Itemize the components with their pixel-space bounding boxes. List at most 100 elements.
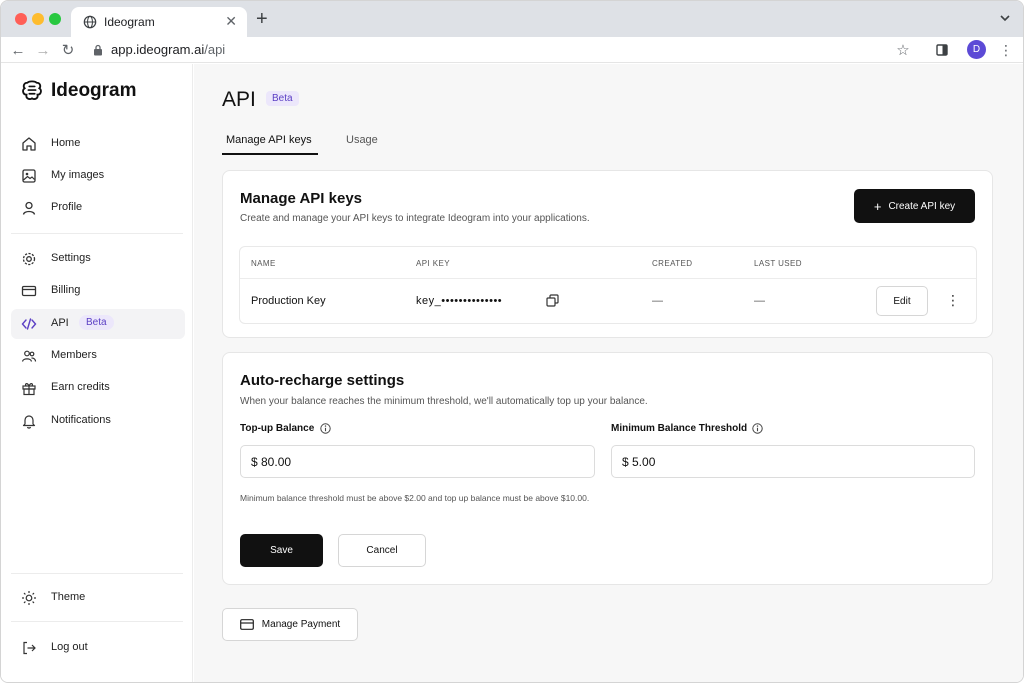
plus-icon: + [873,198,882,214]
members-icon [21,350,37,362]
sidebar-item-earn-credits[interactable]: Earn credits [11,373,185,403]
url-path: /api [204,42,226,57]
sidepanel-icon[interactable] [936,44,948,56]
auto-recharge-card: Auto-recharge settings When your balance… [222,352,993,585]
sidebar-item-label: Log out [51,641,88,653]
browser-tab[interactable]: Ideogram ✕ [71,7,247,37]
close-tab-icon[interactable]: ✕ [225,13,237,29]
tab-manage-api-keys[interactable]: Manage API keys [226,134,312,146]
gift-icon [22,383,36,396]
column-header: CREATED [652,259,693,268]
more-vertical-icon[interactable]: ⋮ [996,40,1016,60]
sidebar-item-profile[interactable]: Profile [11,193,185,223]
api-keys-card: Manage API keys Create and manage your A… [222,170,993,338]
sidebar-divider [11,573,183,574]
address-bar[interactable]: app.ideogram.ai/api [111,42,225,57]
sun-icon [22,591,36,605]
globe-icon [83,15,97,29]
key-created: — [652,295,663,307]
sidebar-item-logout[interactable]: Log out [11,633,185,663]
table-divider [240,278,976,279]
sidebar-item-label: My images [51,169,105,181]
browser-window: Ideogram ✕ + ← → ↻ app.ideogram.ai/api ☆… [0,0,1024,683]
sidebar-divider [11,621,183,622]
beta-badge: Beta [266,91,299,106]
forward-arrow-icon[interactable]: → [33,40,53,60]
sidebar-item-label: API [51,317,69,329]
page-title: API [222,88,256,111]
browser-tab-title: Ideogram [104,15,155,29]
tab-usage[interactable]: Usage [346,134,378,146]
gear-icon [22,252,36,266]
sidebar-item-label: Members [51,349,97,361]
save-button[interactable]: Save [240,534,323,567]
chevron-down-icon[interactable] [999,12,1011,24]
topup-balance-label: Top-up Balance [240,423,315,434]
sidebar-item-my-images[interactable]: My images [11,161,185,191]
minimum-threshold-input[interactable]: $ 5.00 [611,445,975,478]
new-tab-button[interactable]: + [256,9,268,29]
info-icon[interactable] [752,423,763,434]
image-icon [22,169,36,183]
key-value: key_•••••••••••••• [416,295,503,307]
manage-payment-button[interactable]: Manage Payment [222,608,358,641]
api-keys-title: Manage API keys [240,190,362,207]
back-arrow-icon[interactable]: ← [8,40,28,60]
active-tab-indicator [222,153,318,155]
main-content: API Beta Manage API keys Usage Manage AP… [194,64,1023,682]
sidebar-item-label: Earn credits [51,381,110,393]
user-icon [22,201,36,215]
credit-card-icon [239,619,254,630]
brand-logo[interactable]: Ideogram [21,80,137,102]
bookmark-star-icon[interactable]: ☆ [893,40,913,60]
code-icon [21,318,37,330]
column-header: API KEY [416,259,450,268]
sidebar-item-label: Settings [51,252,91,264]
sidebar-item-label: Profile [51,201,83,213]
sidebar: Ideogram Home My images Profile Settings… [1,64,193,682]
minimize-window-button[interactable] [32,13,44,25]
sidebar-item-label: Billing [51,284,81,296]
logout-icon [23,641,36,655]
create-api-key-label: Create API key [888,200,956,212]
manage-payment-label: Manage Payment [261,619,341,630]
column-header: NAME [251,259,276,268]
browser-tabstrip: Ideogram ✕ + [1,1,1023,37]
auto-recharge-title: Auto-recharge settings [240,372,405,389]
bell-icon [22,415,36,429]
info-icon[interactable] [320,423,331,434]
close-window-button[interactable] [15,13,27,25]
minimum-threshold-label: Minimum Balance Threshold [611,423,748,434]
topup-balance-input[interactable]: $ 80.00 [240,445,595,478]
create-api-key-button[interactable]: + Create API key [854,189,975,223]
profile-avatar[interactable]: D [967,40,986,59]
sidebar-item-label: Notifications [51,414,111,426]
browser-toolbar: ← → ↻ app.ideogram.ai/api ☆ D ⋮ [1,37,1023,63]
edit-key-button[interactable]: Edit [876,286,928,316]
copy-icon[interactable] [546,294,559,307]
auto-recharge-subtitle: When your balance reaches the minimum th… [240,396,648,407]
sidebar-divider [11,233,183,234]
maximize-window-button[interactable] [49,13,61,25]
billing-icon [21,285,37,297]
key-last-used: — [754,295,765,307]
api-keys-subtitle: Create and manage your API keys to integ… [240,213,590,224]
api-keys-table: NAME API KEY CREATED LAST USED Productio… [239,246,977,324]
brand-name: Ideogram [51,80,137,101]
sidebar-item-notifications[interactable]: Notifications [11,406,185,436]
sidebar-item-api[interactable]: API Beta [11,309,185,339]
cancel-button[interactable]: Cancel [338,534,426,567]
more-vertical-icon[interactable]: ⋮ [946,292,960,309]
sidebar-item-settings[interactable]: Settings [11,244,185,274]
sidebar-item-billing[interactable]: Billing [11,276,185,306]
sidebar-item-members[interactable]: Members [11,341,185,371]
reload-icon[interactable]: ↻ [58,40,78,60]
sidebar-item-home[interactable]: Home [11,129,185,159]
column-header: LAST USED [754,259,802,268]
sidebar-item-theme[interactable]: Theme [11,583,185,613]
sidebar-item-label: Theme [51,591,86,603]
sidebar-item-label: Home [51,137,81,149]
ideogram-logo-icon [22,80,42,100]
home-icon [22,137,36,151]
key-name: Production Key [251,295,326,307]
